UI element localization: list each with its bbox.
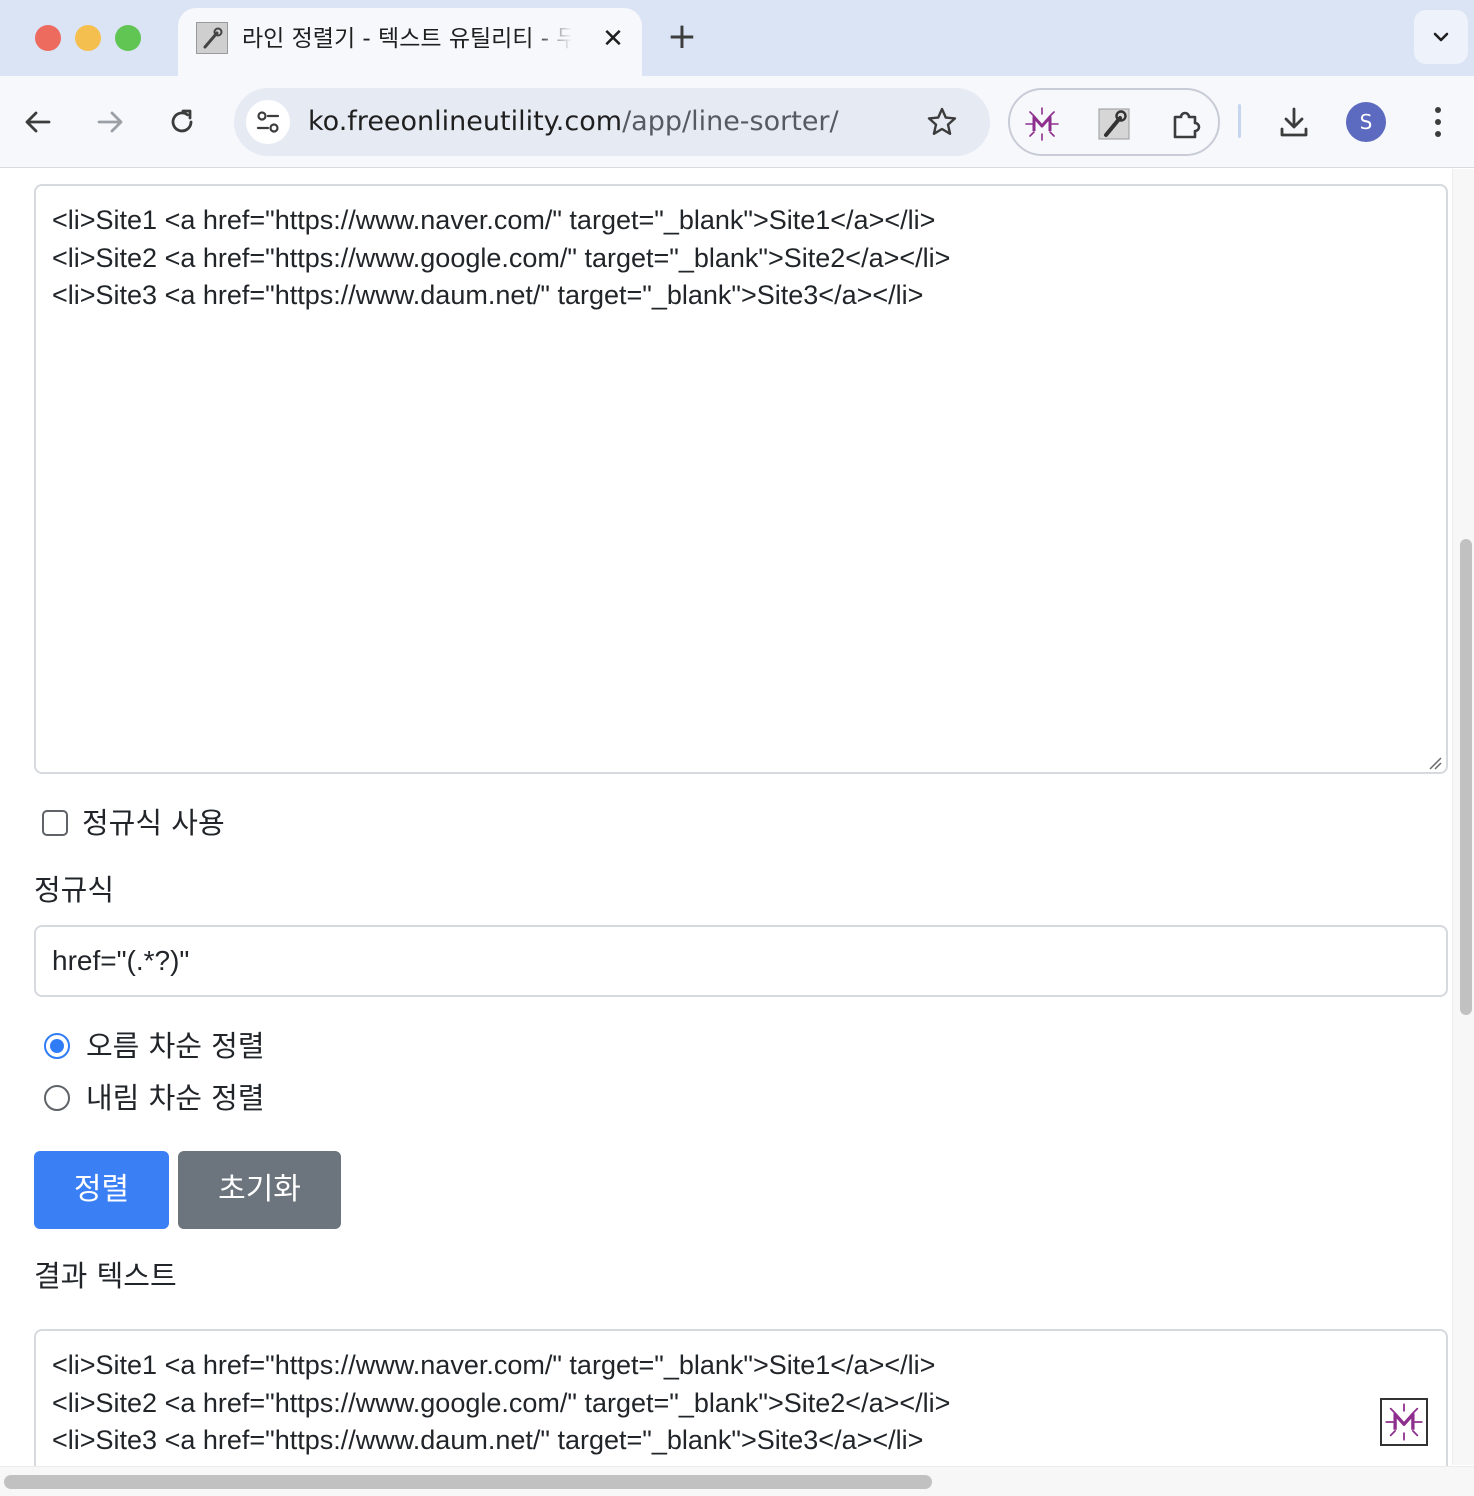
sort-button[interactable]: 정렬 — [34, 1151, 169, 1229]
address-bar[interactable]: ko.freeonlineutility.com/app/line-sorter… — [234, 88, 990, 156]
chevron-down-icon — [1433, 32, 1449, 42]
descending-option[interactable]: 내림 차순 정렬 — [44, 1081, 265, 1115]
tab-title: 라인 정렬기 - 텍스트 유틸리티 - 무료 — [242, 26, 572, 52]
m-extension-button[interactable] — [1022, 104, 1062, 144]
input-textarea[interactable]: <li>Site1 <a href="https://www.naver.com… — [34, 184, 1448, 774]
tab-search-button[interactable] — [1414, 10, 1468, 64]
tab-close-icon[interactable]: ✕ — [596, 22, 630, 56]
puzzle-icon — [1173, 111, 1201, 139]
site-info-button[interactable] — [246, 100, 290, 144]
reload-icon — [171, 109, 193, 133]
new-tab-button[interactable]: + — [662, 18, 702, 58]
tab-line-sorter[interactable]: 라인 정렬기 - 텍스트 유틸리티 - 무료 ✕ — [178, 8, 642, 76]
ascending-label: 오름 차순 정렬 — [86, 1029, 265, 1063]
ascending-radio[interactable] — [44, 1033, 70, 1059]
back-button[interactable] — [18, 102, 58, 142]
reload-button[interactable] — [162, 102, 202, 142]
ascending-option[interactable]: 오름 차순 정렬 — [44, 1029, 265, 1063]
toolbar-divider — [1238, 104, 1241, 138]
browser-toolbar: ko.freeonlineutility.com/app/line-sorter… — [0, 76, 1474, 168]
window-close-button[interactable] — [35, 25, 61, 51]
resize-grip-icon[interactable] — [1428, 756, 1442, 770]
wrench-icon — [196, 22, 228, 54]
m-extension-floating-button[interactable] — [1380, 1398, 1428, 1446]
arrow-left-icon — [25, 111, 51, 133]
forward-button[interactable] — [90, 102, 130, 142]
page-content: <li>Site1 <a href="https://www.naver.com… — [0, 169, 1474, 1496]
result-textarea[interactable]: <li>Site1 <a href="https://www.naver.com… — [34, 1329, 1448, 1489]
use-regex-checkbox[interactable] — [42, 810, 68, 836]
download-icon — [1280, 107, 1308, 137]
reset-button[interactable]: 초기화 — [178, 1151, 341, 1229]
regex-input[interactable]: href="(.*?)" — [34, 925, 1448, 997]
extensions-group — [1008, 88, 1220, 156]
regex-label: 정규식 — [34, 873, 115, 907]
result-label: 결과 텍스트 — [34, 1259, 177, 1293]
tune-icon — [256, 111, 280, 133]
url-path: /app/line-sorter/ — [622, 106, 839, 137]
bookmark-button[interactable] — [922, 102, 962, 142]
m-logo-icon — [1385, 1403, 1423, 1441]
wrench-extension-button[interactable] — [1094, 104, 1134, 144]
window-zoom-button[interactable] — [115, 25, 141, 51]
wrench-icon — [1098, 108, 1130, 140]
vertical-scrollbar-thumb[interactable] — [1460, 539, 1472, 1015]
profile-avatar[interactable]: S — [1346, 102, 1386, 142]
tab-strip: 라인 정렬기 - 텍스트 유틸리티 - 무료 ✕ + — [0, 0, 1474, 76]
kebab-menu-icon — [1435, 107, 1441, 113]
use-regex-label: 정규식 사용 — [82, 806, 225, 840]
descending-radio[interactable] — [44, 1085, 70, 1111]
window-minimize-button[interactable] — [75, 25, 101, 51]
m-logo-icon — [1025, 107, 1059, 141]
download-button[interactable] — [1274, 102, 1314, 142]
star-icon — [927, 107, 957, 135]
url-host: ko.freeonlineutility.com — [308, 106, 623, 137]
extensions-button[interactable] — [1166, 104, 1206, 144]
horizontal-scrollbar-thumb[interactable] — [4, 1475, 932, 1489]
vertical-scrollbar[interactable] — [1452, 169, 1474, 1465]
url-text[interactable]: ko.freeonlineutility.com/app/line-sorter… — [308, 104, 839, 140]
horizontal-scrollbar[interactable] — [0, 1466, 1474, 1496]
use-regex-option[interactable]: 정규식 사용 — [42, 806, 225, 840]
descending-label: 내림 차순 정렬 — [86, 1081, 265, 1115]
arrow-right-icon — [97, 111, 123, 133]
browser-menu-button[interactable] — [1418, 102, 1458, 142]
